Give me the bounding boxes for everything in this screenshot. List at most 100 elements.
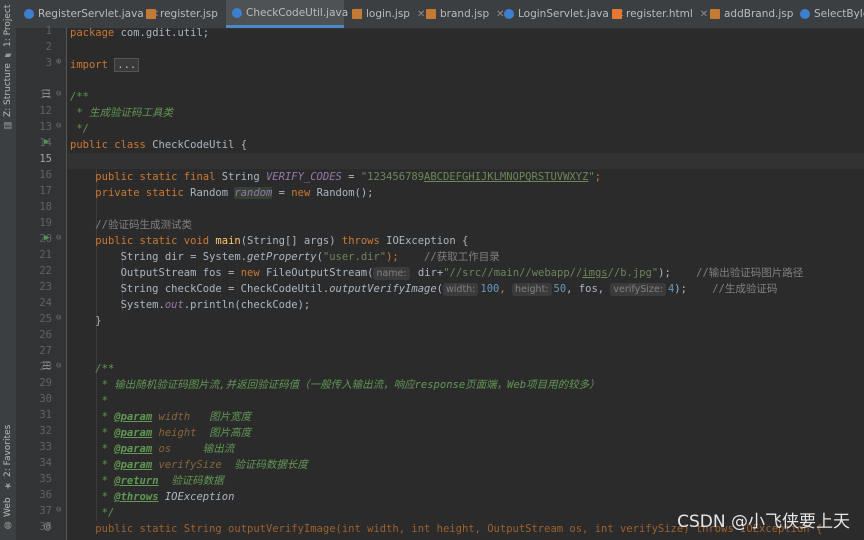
code-line-30: * <box>70 393 108 409</box>
parameter-hint: width: <box>443 283 479 296</box>
line-number: 29 <box>39 377 52 389</box>
line-number: 19 <box>39 217 52 229</box>
code-editor[interactable]: package com.gdit.util; import ... /** * … <box>67 25 864 540</box>
keyword: new <box>291 187 311 199</box>
code-text: System. <box>120 299 165 311</box>
code-line-17: private static Random random = new Rando… <box>70 185 373 201</box>
doc-tag: @param <box>114 443 153 455</box>
code-text: Random(); <box>310 187 374 199</box>
project-tool-button[interactable]: ▰ 1: Project <box>0 4 16 60</box>
fold-icon[interactable]: ⊖ <box>56 233 61 243</box>
string: "123456789 <box>360 171 425 183</box>
code-text: OutputStream fos = <box>120 267 241 279</box>
tab-label: register.html <box>626 8 693 20</box>
html-file-icon <box>612 9 622 19</box>
line-number: 37 <box>39 505 52 517</box>
code-text: com.gdit.util; <box>114 27 210 39</box>
params: (String[] args) <box>240 235 342 247</box>
string: "user.dir" <box>322 251 387 263</box>
code-text: , fos, <box>566 283 611 295</box>
tab-label: SelectByIdSe <box>814 8 864 20</box>
field: random <box>234 187 273 199</box>
code-line-14: public class CheckCodeUtil { <box>70 137 247 153</box>
doc-comment: * 输出随机验证码图片流,并返回验证码值（一般传入输出流，响应response页… <box>95 379 600 391</box>
tab-label: brand.jsp <box>440 8 490 20</box>
comment: //生成验证码 <box>712 283 778 295</box>
web-tool-button[interactable]: ◍ Web <box>0 496 16 530</box>
tab-login-jsp[interactable]: login.jsp ✕ <box>346 0 425 28</box>
fold-icon[interactable]: ⊖ <box>56 505 61 515</box>
code-line-34: * @param verifySize 验证码数据长度 <box>70 459 308 471</box>
jsp-file-icon <box>426 9 436 19</box>
string: "//src//main//webapp// <box>443 267 583 279</box>
fold-icon[interactable]: ⊖ <box>56 121 61 131</box>
code-line-28: /** <box>70 361 114 377</box>
doc-comment: */ <box>95 507 115 519</box>
comment: //验证码生成测试类 <box>95 219 192 231</box>
fold-icon[interactable]: ⊖ <box>56 89 61 99</box>
documentation-icon[interactable]: ☰ <box>42 361 51 372</box>
project-label: 1: Project <box>3 4 13 47</box>
tab-checkcodeutil[interactable]: CheckCodeUtil.java ✕ <box>226 0 364 28</box>
tab-addbrand-jsp[interactable]: addBrand.jsp ✕ <box>704 0 809 28</box>
class-name: CheckCodeUtil { <box>145 139 248 151</box>
folder-icon: ▰ <box>3 50 13 60</box>
keyword: class <box>114 139 146 151</box>
doc-tag: @throws <box>114 491 159 503</box>
tab-label: login.jsp <box>366 8 410 20</box>
number: 100 <box>480 283 500 295</box>
run-gutter-icon[interactable]: ▶ <box>44 233 49 243</box>
line-number: 1 <box>45 25 52 37</box>
code-text: String checkCode = CheckCodeUtil. <box>120 283 330 295</box>
tab-registerservlet[interactable]: RegisterServlet.java ✕ <box>18 0 159 28</box>
code-text: ); <box>658 267 671 279</box>
favorites-tool-button[interactable]: ★ 2: Favorites <box>0 425 16 490</box>
line-number: 2 <box>45 41 52 53</box>
static-field: out <box>164 299 184 311</box>
code-line-3: import ... <box>70 57 140 73</box>
doc-tag: @return <box>114 475 159 487</box>
structure-tool-button[interactable]: ▤ Z: Structure <box>0 63 16 130</box>
code-line-22: OutputStream fos = new FileOutputStream(… <box>70 265 803 281</box>
doc-text: 图片宽度 <box>209 411 252 423</box>
line-number: 21 <box>39 249 52 261</box>
tab-register-jsp[interactable]: register.jsp ✕ <box>140 0 233 28</box>
fold-icon[interactable]: ⊕ <box>56 57 61 67</box>
caret-line-highlight <box>67 153 864 169</box>
code-line-33: * @param os 输出流 <box>70 443 235 455</box>
tab-brand-jsp[interactable]: brand.jsp ✕ <box>420 0 505 28</box>
tab-label: addBrand.jsp <box>724 8 794 20</box>
string: imgs <box>582 267 608 279</box>
java-file-icon <box>504 9 514 19</box>
code-line-20: public static void main(String[] args) t… <box>70 233 468 249</box>
override-gutter-icon[interactable]: @ <box>44 521 50 532</box>
keyword: new <box>240 267 260 279</box>
code-line-25: } <box>70 313 102 329</box>
line-number: 16 <box>39 169 52 181</box>
run-gutter-icon[interactable]: ▶ <box>44 137 49 147</box>
keyword: package <box>70 27 115 39</box>
jsp-file-icon <box>710 9 720 19</box>
tab-selectbyidservlet[interactable]: SelectByIdSe <box>794 0 864 28</box>
parameter-hint: verifySize: <box>610 283 666 296</box>
number: 50 <box>553 283 567 295</box>
line-number: 25 <box>39 313 52 325</box>
closing-brace: } <box>95 315 102 327</box>
tab-loginservlet[interactable]: LoginServlet.java ✕ <box>498 0 624 28</box>
code-line-16: public static final String VERIFY_CODES … <box>70 169 601 185</box>
line-number: 32 <box>39 425 52 437</box>
tab-register-html[interactable]: register.html ✕ <box>606 0 708 28</box>
folded-imports[interactable]: ... <box>114 58 140 72</box>
keyword: public static void <box>95 235 210 247</box>
fold-icon[interactable]: ⊖ <box>56 361 61 371</box>
star-icon: ★ <box>3 480 13 490</box>
keyword: import <box>70 59 108 71</box>
keyword: public static final <box>95 171 216 183</box>
code-line-31: * @param width 图片宽度 <box>70 411 252 423</box>
fold-icon[interactable]: ⊖ <box>56 313 61 323</box>
keyword: private static <box>95 187 184 199</box>
code-line-1: package com.gdit.util; <box>70 25 209 41</box>
documentation-icon[interactable]: ☰ <box>42 89 51 100</box>
comment: //输出验证码图片路径 <box>696 267 804 279</box>
csdn-watermark: CSDN @小飞侠要上天 <box>677 512 850 532</box>
